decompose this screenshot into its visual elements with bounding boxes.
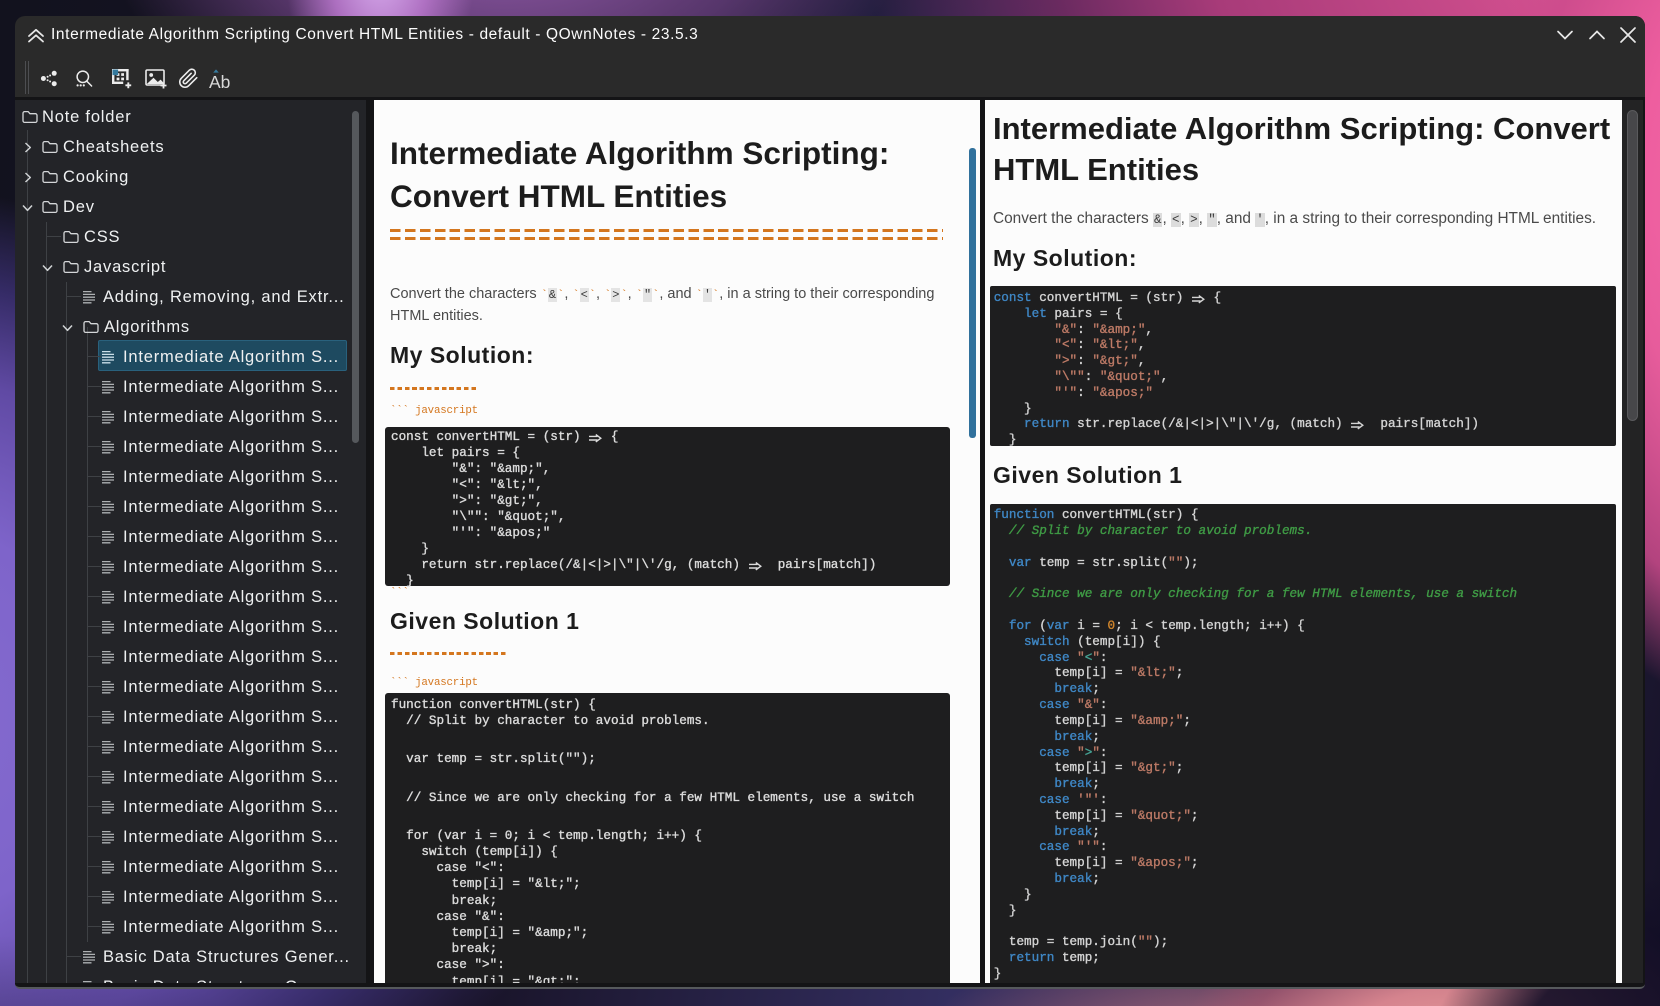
- svg-text:Ab: Ab: [209, 72, 230, 92]
